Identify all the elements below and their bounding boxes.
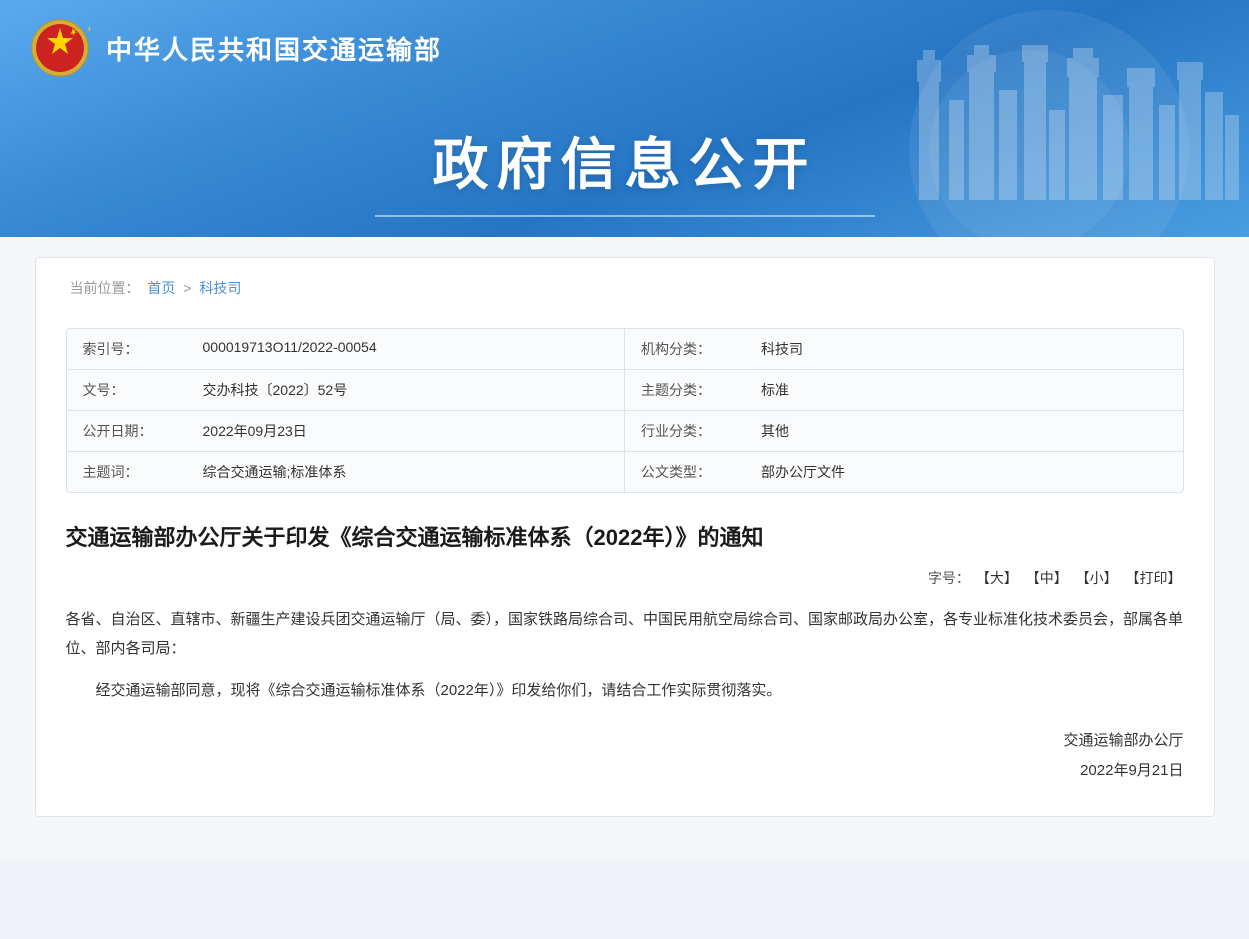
- font-large-button[interactable]: 【大】: [976, 570, 1018, 586]
- article-recipients: 各省、自治区、直辖市、新疆生产建设兵团交通运输厅（局、委），国家铁路局综合司、中…: [66, 606, 1184, 663]
- info-row-3: 公开日期： 2022年09月23日 行业分类： 其他: [67, 411, 1183, 452]
- header-top: 中华人民共和国交通运输部: [0, 0, 1249, 90]
- article-body: 各省、自治区、直辖市、新疆生产建设兵团交通运输厅（局、委），国家铁路局综合司、中…: [66, 606, 1184, 706]
- org-name: 中华人民共和国交通运输部: [106, 30, 442, 67]
- banner-main: 政府信息公开: [0, 90, 1249, 237]
- value-pub-date: 2022年09月23日: [187, 411, 625, 451]
- footer-date: 2022年9月21日: [66, 756, 1184, 786]
- value-doc-number: 交办科技〔2022〕52号: [187, 370, 625, 410]
- breadcrumb-current[interactable]: 科技司: [199, 280, 241, 296]
- label-index: 索引号：: [67, 329, 187, 369]
- breadcrumb: 当前位置： 首页 > 科技司: [66, 278, 1184, 308]
- font-controls: 字号： 【大】 【中】 【小】 【打印】: [66, 568, 1184, 588]
- label-topic-class: 主题分类：: [625, 370, 745, 410]
- header-banner: 中华人民共和国交通运输部 政府信息公开: [0, 0, 1249, 237]
- breadcrumb-separator: >: [183, 280, 191, 296]
- label-org-class: 机构分类：: [625, 329, 745, 369]
- value-topic-class: 标准: [745, 370, 1183, 410]
- content-card: 当前位置： 首页 > 科技司 索引号： 000019713O11/2022-00…: [35, 257, 1215, 817]
- footer-org: 交通运输部办公厅: [66, 726, 1184, 756]
- banner-divider: [375, 215, 875, 217]
- article-footer: 交通运输部办公厅 2022年9月21日: [66, 726, 1184, 786]
- article-body-text: 经交通运输部同意，现将《综合交通运输标准体系（2022年）》印发给你们，请结合工…: [66, 677, 1184, 706]
- value-industry-class: 其他: [745, 411, 1183, 451]
- label-doc-number: 文号：: [67, 370, 187, 410]
- print-button[interactable]: 【打印】: [1126, 570, 1182, 586]
- label-doc-type: 公文类型：: [625, 452, 745, 492]
- value-index: 000019713O11/2022-00054: [187, 329, 625, 369]
- banner-title: 政府信息公开: [0, 120, 1249, 201]
- font-small-button[interactable]: 【小】: [1076, 570, 1118, 586]
- label-pub-date: 公开日期：: [67, 411, 187, 451]
- label-industry-class: 行业分类：: [625, 411, 745, 451]
- value-keywords: 综合交通运输;标准体系: [187, 452, 625, 492]
- label-keywords: 主题词：: [67, 452, 187, 492]
- breadcrumb-prefix: 当前位置：: [70, 280, 140, 296]
- breadcrumb-home[interactable]: 首页: [147, 280, 175, 296]
- article-title: 交通运输部办公厅关于印发《综合交通运输标准体系（2022年）》的通知: [66, 521, 1184, 554]
- national-emblem-icon: [30, 18, 90, 78]
- font-label: 字号：: [928, 570, 970, 586]
- info-row-1: 索引号： 000019713O11/2022-00054 机构分类： 科技司: [67, 329, 1183, 370]
- font-medium-button[interactable]: 【中】: [1026, 570, 1068, 586]
- info-table: 索引号： 000019713O11/2022-00054 机构分类： 科技司 文…: [66, 328, 1184, 493]
- value-doc-type: 部办公厅文件: [745, 452, 1183, 492]
- info-row-2: 文号： 交办科技〔2022〕52号 主题分类： 标准: [67, 370, 1183, 411]
- info-row-4: 主题词： 综合交通运输;标准体系 公文类型： 部办公厅文件: [67, 452, 1183, 492]
- value-org-class: 科技司: [745, 329, 1183, 369]
- content-area: 当前位置： 首页 > 科技司 索引号： 000019713O11/2022-00…: [0, 237, 1249, 857]
